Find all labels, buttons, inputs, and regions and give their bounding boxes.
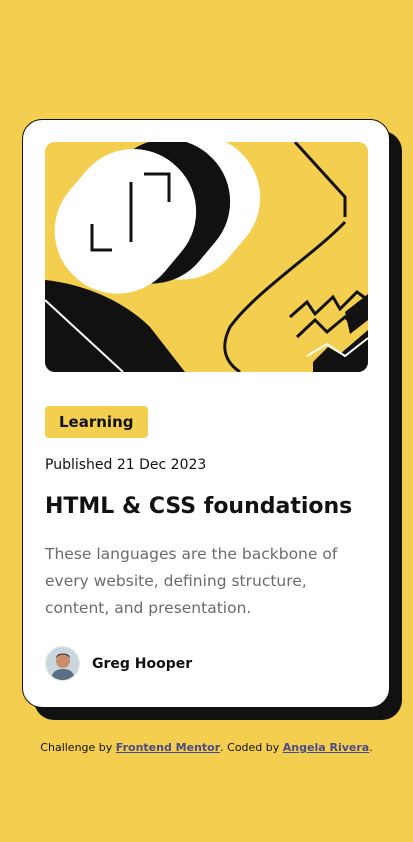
avatar-photo xyxy=(46,647,79,680)
author-name: Greg Hooper xyxy=(92,655,193,672)
card-title[interactable]: HTML & CSS foundations xyxy=(45,492,352,522)
hero-illustration xyxy=(45,142,368,372)
attribution-middle: . Coded by xyxy=(220,741,283,754)
illustration-graphic xyxy=(45,142,368,372)
blog-preview-card: Learning Published 21 Dec 2023 HTML & CS… xyxy=(22,119,390,708)
attribution-prefix: Challenge by xyxy=(40,741,116,754)
attribution: Challenge by Frontend Mentor. Coded by A… xyxy=(0,741,413,755)
author: Greg Hooper xyxy=(45,646,192,681)
published-date: Published 21 Dec 2023 xyxy=(45,457,207,473)
category-badge: Learning xyxy=(45,406,148,438)
coder-link[interactable]: Angela Rivera xyxy=(283,741,369,754)
avatar xyxy=(45,646,80,681)
frontend-mentor-link[interactable]: Frontend Mentor xyxy=(116,741,220,754)
card-description: These languages are the backbone of ever… xyxy=(45,545,338,617)
attribution-suffix: . xyxy=(369,741,373,754)
